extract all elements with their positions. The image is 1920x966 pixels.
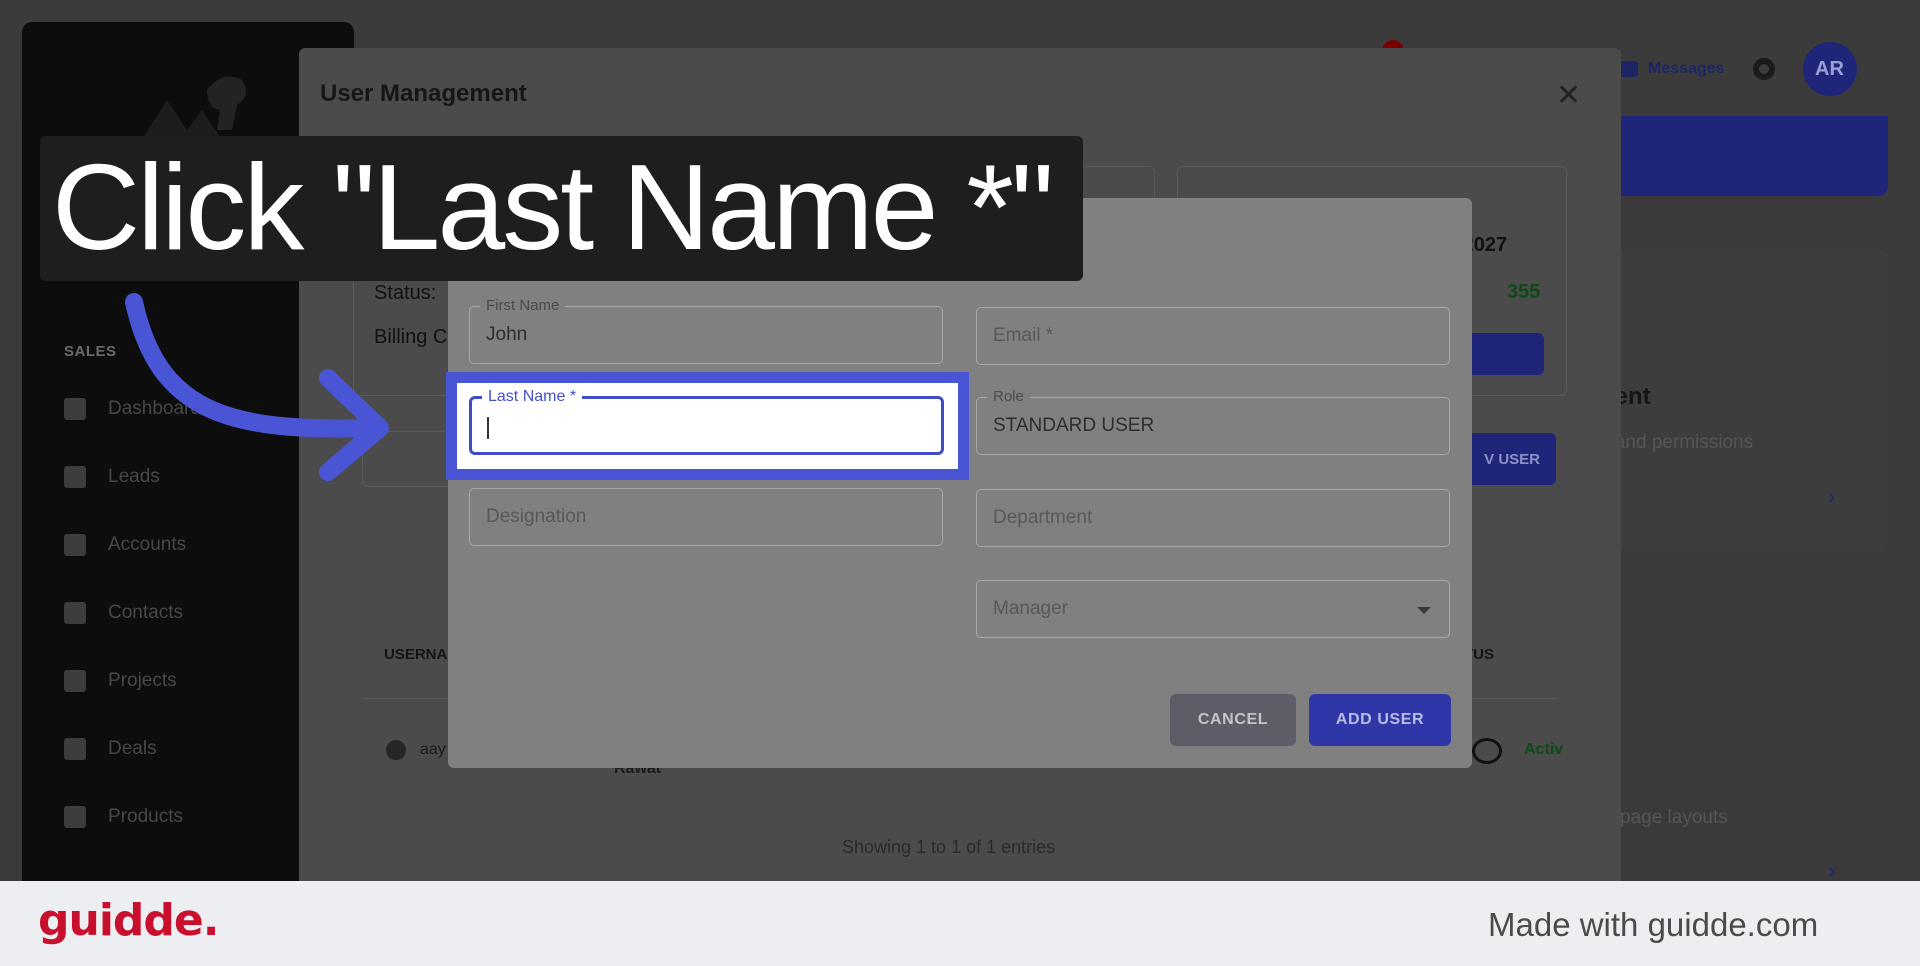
email-placeholder: Email * [993, 325, 1054, 346]
cancel-button[interactable]: CANCEL [1170, 694, 1296, 746]
sidebar-section-sales: SALES [64, 343, 117, 360]
sidebar-item-label: Contacts [108, 602, 183, 623]
instruction-text: Click "Last Name *" [52, 139, 1054, 275]
pointer-arrow-icon [125, 293, 389, 481]
chat-icon [1620, 61, 1638, 77]
sidebar-item-products[interactable]: Products [64, 802, 183, 832]
role-select[interactable]: Role STANDARD USER [976, 388, 1450, 455]
messages-label: Messages [1648, 60, 1725, 77]
gear-icon[interactable] [1752, 58, 1775, 80]
designation-placeholder: Designation [486, 506, 587, 527]
pagination-info: Showing 1 to 1 of 1 entries [842, 837, 1056, 857]
add-user-button[interactable]: ADD USER [1309, 694, 1451, 746]
last-name-label: Last Name * [482, 388, 583, 406]
sidebar-item-projects[interactable]: Projects [64, 666, 177, 696]
banner [1600, 116, 1888, 196]
text-cursor [487, 417, 489, 439]
first-name-field[interactable]: First Name John [469, 297, 943, 364]
license-count: 355 [1507, 281, 1541, 303]
folder-icon [64, 670, 86, 692]
tag-icon [64, 738, 86, 760]
department-field[interactable]: Department [976, 489, 1450, 547]
email-field[interactable]: Email * [976, 307, 1450, 365]
sidebar-item-label: Projects [108, 670, 177, 691]
settings-card-subtitle-2: page layouts [1620, 807, 1728, 828]
close-icon[interactable]: ✕ [1556, 78, 1581, 113]
sidebar-item-deals[interactable]: Deals [64, 734, 157, 764]
guidde-logo[interactable]: guidde. [38, 895, 219, 946]
sidebar-item-contacts[interactable]: Contacts [64, 598, 183, 628]
status-toggle[interactable] [1472, 738, 1502, 764]
department-placeholder: Department [993, 507, 1093, 528]
first-name-value: John [486, 324, 528, 345]
avatar[interactable]: AR [1802, 42, 1857, 96]
header-actions: Messages AR [1620, 42, 1857, 96]
messages-button[interactable]: Messages [1620, 60, 1725, 78]
accounts-icon [64, 534, 86, 556]
user-icon [386, 740, 406, 760]
dashboard-icon [64, 398, 86, 420]
table-cell-username: aay [420, 741, 446, 758]
sidebar-item-label: Accounts [108, 534, 187, 555]
manager-placeholder: Manager [993, 598, 1068, 619]
sidebar-item-label: Deals [108, 738, 157, 759]
products-icon [64, 806, 86, 828]
last-name-field[interactable]: Last Name * [469, 388, 944, 455]
status-badge: Activ [1524, 741, 1564, 758]
chevron-right-icon[interactable]: › [1828, 484, 1835, 510]
made-with-text[interactable]: Made with guidde.com [1488, 906, 1818, 944]
manager-select[interactable]: Manager [976, 580, 1450, 638]
settings-card-subtitle: s and permissions [1600, 432, 1754, 453]
column-header-username: USERNA [384, 646, 448, 663]
chevron-down-icon [1417, 607, 1431, 614]
add-user-dialog [448, 198, 1472, 768]
modal-title: User Management [320, 80, 527, 107]
designation-field[interactable]: Designation [469, 488, 943, 546]
first-name-label: First Name [480, 297, 566, 314]
role-value: STANDARD USER [993, 415, 1155, 436]
role-label: Role [987, 388, 1030, 405]
contacts-icon [64, 602, 86, 624]
sidebar-item-accounts[interactable]: Accounts [64, 530, 186, 560]
sidebar-item-label: Products [108, 806, 183, 827]
leads-icon [64, 466, 86, 488]
